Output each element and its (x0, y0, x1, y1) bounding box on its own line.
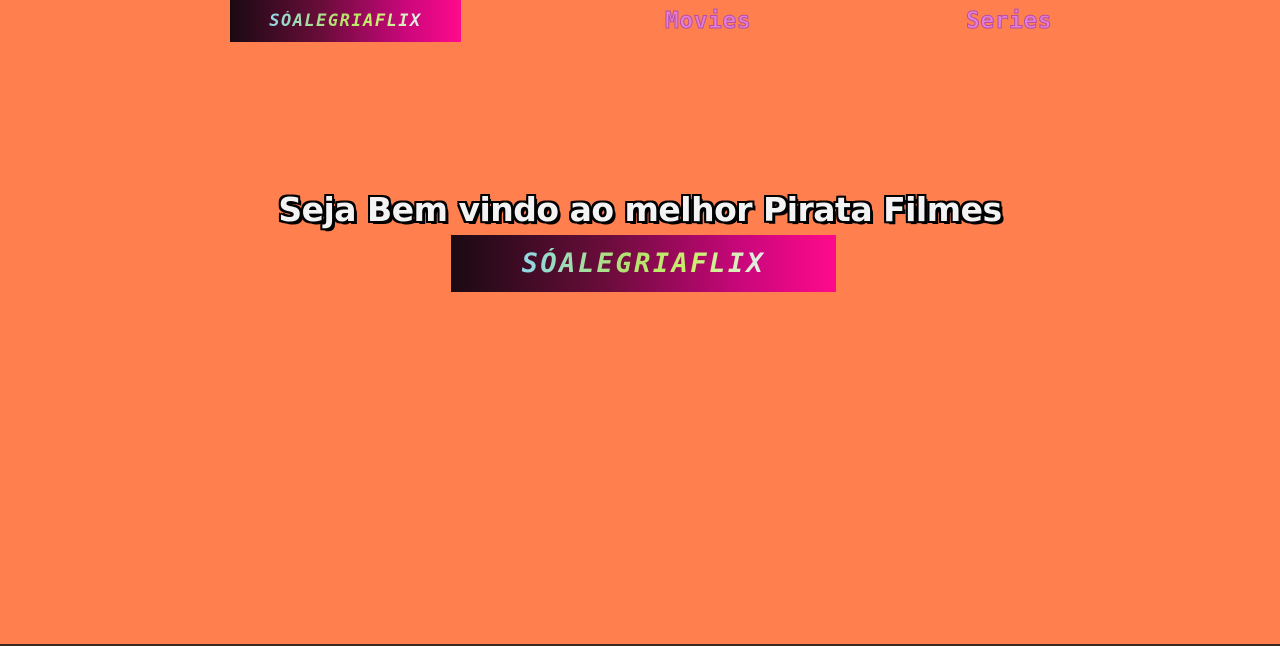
nav-link-series[interactable]: Series (965, 8, 1052, 35)
header-logo[interactable]: SÓALEGRIAFLIX (230, 0, 461, 42)
hero-logo: SÓALEGRIAFLIX (451, 235, 836, 292)
hero-logo-text: SÓALEGRIAFLIX (521, 248, 766, 279)
header-logo-text: SÓALEGRIAFLIX (269, 11, 422, 31)
nav-link-movies[interactable]: Movies (664, 8, 751, 35)
hero-title: Seja Bem vindo ao melhor Pirata Filmes (278, 190, 1002, 229)
